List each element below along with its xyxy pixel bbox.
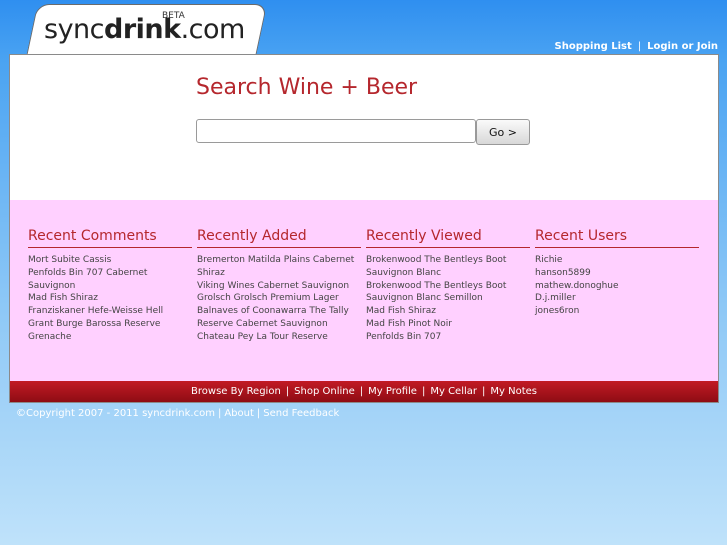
list-item[interactable]: Viking Wines Cabernet Sauvignon bbox=[197, 280, 361, 293]
send-feedback-link[interactable]: Send Feedback bbox=[263, 408, 339, 419]
column-title: Recently Viewed bbox=[366, 228, 530, 248]
list-item[interactable]: D.j.miller bbox=[535, 292, 699, 305]
list-item[interactable]: Penfolds Bin 707 Cabernet bbox=[28, 267, 192, 280]
list-item[interactable]: Sauvignon Blanc Semillon bbox=[366, 292, 530, 305]
list-item[interactable]: Reserve Cabernet Sauvignon bbox=[197, 318, 361, 331]
list-item[interactable]: Balnaves of Coonawarra The Tally bbox=[197, 305, 361, 318]
list-item[interactable]: Grolsch Grolsch Premium Lager bbox=[197, 292, 361, 305]
copyright-line: ©Copyright 2007 - 2011 syncdrink.com | Abo… bbox=[16, 408, 340, 419]
recently-added-column: Recently Added Bremerton Matilda Plains … bbox=[197, 228, 361, 344]
nav-my-profile[interactable]: My Profile bbox=[368, 386, 417, 397]
list-item[interactable]: Penfolds Bin 707 bbox=[366, 331, 530, 344]
column-title: Recently Added bbox=[197, 228, 361, 248]
list-item[interactable]: Brokenwood The Bentleys Boot bbox=[366, 254, 530, 267]
list-item[interactable]: Richie bbox=[535, 254, 699, 267]
list-item[interactable]: Franziskaner Hefe-Weisse Hell bbox=[28, 305, 192, 318]
list-item[interactable]: Bremerton Matilda Plains Cabernet bbox=[197, 254, 361, 267]
go-button[interactable]: Go > bbox=[476, 119, 530, 145]
recently-viewed-column: Recently Viewed Brokenwood The Bentleys … bbox=[366, 228, 530, 344]
list-item[interactable]: Brokenwood The Bentleys Boot bbox=[366, 280, 530, 293]
search-input[interactable] bbox=[196, 119, 476, 143]
beta-badge: BETA bbox=[162, 11, 185, 21]
about-link[interactable]: About bbox=[224, 408, 254, 419]
login-link[interactable]: Login or Join bbox=[647, 41, 718, 52]
list-item[interactable]: Shiraz bbox=[197, 267, 361, 280]
site-logo[interactable]: syncdrink.com bbox=[44, 14, 245, 45]
recent-activity-band: Recent Comments Mort Subite Cassis Penfo… bbox=[10, 200, 718, 381]
nav-browse-by-region[interactable]: Browse By Region bbox=[191, 386, 281, 397]
list-item[interactable]: Grant Burge Barossa Reserve bbox=[28, 318, 192, 331]
recent-users-column: Recent Users Richie hanson5899 mathew.do… bbox=[535, 228, 699, 318]
copyright-text: ©Copyright 2007 - 2011 syncdrink.com bbox=[16, 408, 215, 419]
list-item[interactable]: Chateau Pey La Tour Reserve bbox=[197, 331, 361, 344]
main-panel: Search Wine + Beer Go > Recent Comments … bbox=[9, 54, 719, 403]
list-item[interactable]: Sauvignon bbox=[28, 280, 192, 293]
list-item[interactable]: Sauvignon Blanc bbox=[366, 267, 530, 280]
column-title: Recent Comments bbox=[28, 228, 192, 248]
list-item[interactable]: mathew.donoghue bbox=[535, 280, 699, 293]
list-item[interactable]: Mad Fish Pinot Noir bbox=[366, 318, 530, 331]
shopping-list-link[interactable]: Shopping List bbox=[555, 41, 632, 52]
list-item[interactable]: jones6ron bbox=[535, 305, 699, 318]
footer-nav: Browse By Region | Shop Online | My Profile |… bbox=[10, 381, 718, 402]
recent-comments-column: Recent Comments Mort Subite Cassis Penfo… bbox=[28, 228, 192, 344]
column-title: Recent Users bbox=[535, 228, 699, 248]
search-title: Search Wine + Beer bbox=[196, 75, 418, 100]
nav-my-cellar[interactable]: My Cellar bbox=[430, 386, 477, 397]
list-item[interactable]: Grenache bbox=[28, 331, 192, 344]
list-item[interactable]: Mort Subite Cassis bbox=[28, 254, 192, 267]
nav-shop-online[interactable]: Shop Online bbox=[294, 386, 355, 397]
nav-my-notes[interactable]: My Notes bbox=[490, 386, 537, 397]
list-item[interactable]: Mad Fish Shiraz bbox=[28, 292, 192, 305]
list-item[interactable]: hanson5899 bbox=[535, 267, 699, 280]
top-links: Shopping List | Login or Join bbox=[554, 41, 718, 52]
list-item[interactable]: Mad Fish Shiraz bbox=[366, 305, 530, 318]
